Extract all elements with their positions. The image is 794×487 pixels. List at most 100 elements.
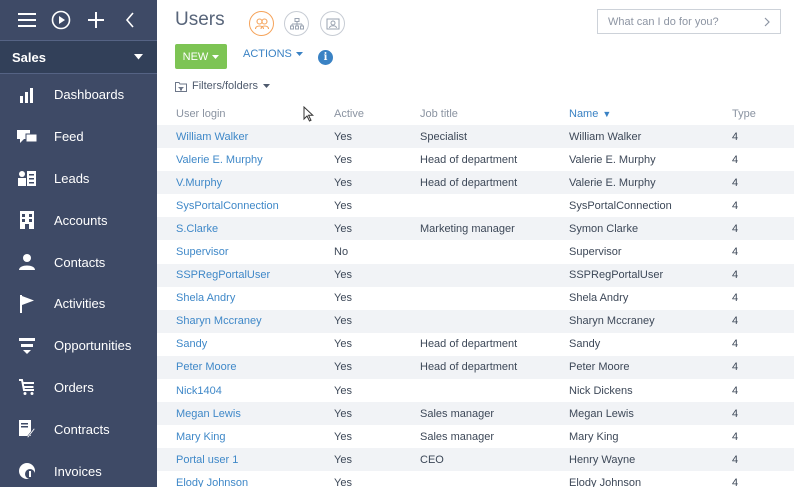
actions-button[interactable]: ACTIONS	[243, 48, 303, 60]
cell-job-title: Marketing manager	[420, 222, 515, 235]
new-button[interactable]: NEW	[175, 44, 227, 69]
workspace-label: Sales	[12, 49, 46, 65]
view-roles-button[interactable]	[320, 11, 345, 36]
table-row[interactable]: Sharyn Mccraney Yes Sharyn Mccraney 4	[157, 309, 794, 333]
cell-active: Yes	[334, 407, 352, 420]
hamburger-menu-icon[interactable]	[10, 0, 44, 40]
column-header-name[interactable]: Name ▼	[569, 108, 702, 120]
cell-name: SSPRegPortalUser	[569, 269, 664, 282]
sidebar-item-opportunities[interactable]: Opportunities	[0, 325, 157, 367]
cell-type: 4	[732, 384, 739, 397]
collapse-chevron-icon[interactable]	[113, 0, 147, 40]
cell-type: 4	[732, 338, 739, 351]
table-row[interactable]: Mary King Yes Sales manager Mary King 4	[157, 425, 794, 448]
cell-type: 4	[732, 361, 739, 374]
column-header-job-title[interactable]: Job title	[420, 108, 569, 120]
cell-job-title: Head of department	[420, 361, 518, 374]
cell-name: Symon Clarke	[569, 222, 639, 235]
cell-user-login[interactable]: Sandy	[157, 338, 334, 350]
cell-active: Yes	[334, 315, 352, 328]
info-icon[interactable]: i	[318, 50, 333, 65]
cell-user-login[interactable]: SysPortalConnection	[157, 200, 334, 212]
cell-user-login[interactable]: Supervisor	[157, 246, 334, 258]
cell-job-title: Head of department	[420, 338, 518, 351]
sidebar-item-leads[interactable]: Leads	[0, 158, 157, 200]
column-header-active[interactable]: Active	[334, 108, 420, 120]
sidebar-item-invoices[interactable]: Invoices	[0, 450, 157, 487]
cell-name: Peter Moore	[569, 361, 630, 374]
sidebar-item-label: Opportunities	[54, 338, 132, 354]
filters-folders-label: Filters/folders	[192, 80, 259, 92]
cell-user-login[interactable]: Nick1404	[157, 385, 334, 397]
table-row[interactable]: S.Clarke Yes Marketing manager Symon Clarke…	[157, 217, 794, 241]
cell-user-login[interactable]: Peter Moore	[157, 361, 334, 373]
users-icon	[254, 17, 269, 29]
building-icon	[0, 211, 54, 230]
sidebar-item-label: Leads	[54, 170, 90, 186]
table-row[interactable]: Elody Johnson Yes Elody Johnson 4	[157, 471, 794, 487]
chevron-right-icon[interactable]	[764, 17, 770, 27]
table-row[interactable]: Peter Moore Yes Head of department Peter Mo…	[157, 355, 794, 380]
cell-user-login[interactable]: Portal user 1	[157, 454, 334, 466]
filters-folders-button[interactable]: Filters/folders	[175, 80, 271, 92]
column-header-type[interactable]: Type	[702, 108, 794, 120]
cell-type: 4	[732, 246, 739, 259]
cell-active: Yes	[334, 130, 352, 143]
sidebar-item-contacts[interactable]: Contacts	[0, 241, 157, 283]
cell-name: Shela Andry	[569, 292, 629, 305]
table-row[interactable]: Valerie E. Murphy Yes Head of department Va…	[157, 148, 794, 171]
chevron-down-icon	[134, 54, 143, 60]
sidebar-item-activities[interactable]: Activities	[0, 283, 157, 325]
cell-user-login[interactable]: Megan Lewis	[157, 408, 334, 420]
table-row[interactable]: V.Murphy Yes Head of department Valerie E. …	[157, 171, 794, 195]
cell-active: Yes	[334, 430, 352, 443]
table-row[interactable]: Nick1404 Yes Nick Dickens 4	[157, 379, 794, 402]
sidebar-item-feed[interactable]: Feed	[0, 116, 157, 158]
main-content: Users What can I do for you? NEW ACTIONS…	[157, 0, 794, 487]
actions-button-label: ACTIONS	[243, 48, 292, 60]
sidebar-item-orders[interactable]: Orders	[0, 367, 157, 409]
table-row[interactable]: Supervisor No Supervisor 4	[157, 240, 794, 263]
cell-user-login[interactable]: William Walker	[157, 131, 334, 143]
mouse-pointer-icon	[303, 106, 314, 122]
table-row[interactable]: Sandy Yes Head of department Sandy 4	[157, 333, 794, 356]
view-users-button[interactable]	[249, 11, 274, 36]
cell-user-login[interactable]: V.Murphy	[157, 177, 334, 189]
table-row[interactable]: Portal user 1 Yes CEO Henry Wayne 4	[157, 448, 794, 472]
sidebar-item-label: Feed	[54, 129, 84, 145]
chat-icon	[0, 129, 54, 145]
cell-user-login[interactable]: Sharyn Mccraney	[157, 315, 334, 327]
funnel-icon	[0, 337, 54, 354]
folder-filter-icon	[175, 81, 187, 92]
view-org-structure-button[interactable]	[284, 11, 309, 36]
cell-user-login[interactable]: Valerie E. Murphy	[157, 154, 334, 166]
cell-user-login[interactable]: Mary King	[157, 431, 334, 443]
table-row[interactable]: Shela Andry Yes Shela Andry 4	[157, 287, 794, 310]
add-icon[interactable]	[79, 0, 113, 40]
cell-user-login[interactable]: S.Clarke	[157, 223, 334, 235]
cell-active: Yes	[334, 222, 352, 235]
grid-header: User login Active Job title Name ▼ Type	[157, 103, 794, 125]
cell-user-login[interactable]: Elody Johnson	[157, 477, 334, 487]
workspace-selector[interactable]: Sales	[0, 40, 157, 74]
cell-user-login[interactable]: SSPRegPortalUser	[157, 269, 334, 281]
cell-job-title: Sales manager	[420, 430, 494, 443]
sidebar-item-dashboards[interactable]: Dashboards	[0, 74, 157, 116]
cell-name: Valerie E. Murphy	[569, 153, 656, 166]
cell-type: 4	[732, 222, 739, 235]
cell-name: Nick Dickens	[569, 384, 633, 397]
play-process-icon[interactable]	[44, 0, 78, 40]
bar-chart-icon	[0, 87, 54, 103]
cell-type: 4	[732, 430, 739, 443]
command-search-input[interactable]: What can I do for you?	[597, 9, 781, 34]
sidebar-item-contracts[interactable]: Contracts	[0, 408, 157, 450]
cell-active: Yes	[334, 453, 352, 466]
cell-active: Yes	[334, 292, 352, 305]
sidebar-item-accounts[interactable]: Accounts	[0, 199, 157, 241]
table-row[interactable]: SSPRegPortalUser Yes SSPRegPortalUser 4	[157, 263, 794, 287]
table-row[interactable]: Megan Lewis Yes Sales manager Megan Lewis 4	[157, 402, 794, 426]
table-row[interactable]: SysPortalConnection Yes SysPortalConnectio…	[157, 194, 794, 217]
cell-user-login[interactable]: Shela Andry	[157, 292, 334, 304]
table-row[interactable]: William Walker Yes Specialist William Walke…	[157, 125, 794, 149]
caret-down-icon	[295, 52, 303, 56]
